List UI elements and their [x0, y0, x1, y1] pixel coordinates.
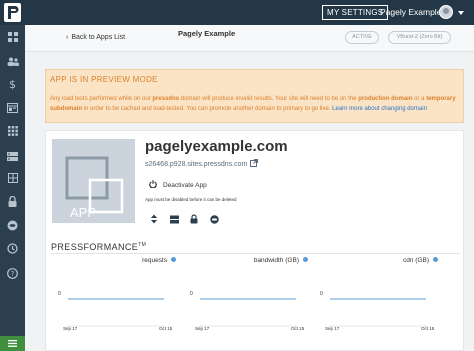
dashboard-icon[interactable]: [0, 27, 25, 47]
cdn-icon[interactable]: [0, 215, 25, 235]
x-tick-label: Oct 15: [421, 326, 435, 331]
chevron-left-icon: ‹: [66, 34, 69, 41]
banner-title: APP IS IN PREVIEW MODE: [50, 75, 158, 84]
banner-text-part: domain will produce invalid results. You…: [179, 96, 359, 102]
pressformance-title-text: PRESSFORMANCE: [51, 242, 139, 252]
power-icon: [149, 180, 157, 190]
back-to-apps-link[interactable]: ‹ Back to Apps List: [66, 34, 125, 41]
backup-icon[interactable]: [0, 238, 25, 258]
dns-icon[interactable]: [0, 168, 25, 188]
series-name: cdn (GB): [402, 257, 429, 264]
banner-text-part: Any load tests performed while on our: [50, 96, 153, 102]
external-link-icon[interactable]: [250, 159, 259, 169]
page-header: ‹ Back to Apps List Pagely Example ACTIVE…: [25, 25, 474, 52]
cdn-chart: cdn (GB) 0 Sep 17 Oct 15: [320, 257, 440, 351]
preview-mode-banner: APP IS IN PREVIEW MODE Any load tests pe…: [45, 69, 464, 123]
servers-icon[interactable]: [0, 146, 25, 166]
account-name[interactable]: Pagely Example: [380, 6, 441, 18]
app-host[interactable]: s26468.p928.sites.pressdns.com: [145, 159, 259, 169]
billing-icon[interactable]: $: [0, 74, 25, 94]
series-dot-icon[interactable]: [303, 257, 308, 262]
deactivate-app-button[interactable]: Deactivate App: [149, 180, 207, 190]
sites-icon[interactable]: [0, 98, 25, 118]
banner-text-part: or a: [412, 96, 427, 102]
cdn-status-icon[interactable]: [210, 211, 230, 224]
x-tick-label: Sep 17: [195, 326, 210, 331]
chart-plot: [199, 298, 297, 327]
x-tick-label: Sep 17: [63, 326, 78, 331]
avatar[interactable]: [439, 5, 453, 19]
x-tick-label: Oct 15: [159, 326, 173, 331]
learn-more-link[interactable]: Learn more about changing domain: [332, 106, 427, 112]
security-icon[interactable]: [0, 191, 25, 211]
series-name: requests: [142, 257, 167, 264]
my-settings-button[interactable]: MY SETTINGS: [322, 5, 389, 20]
server-badge[interactable]: VBurst-2 (Zero Bit): [388, 31, 451, 44]
banner-bold-production: production domain: [358, 96, 413, 102]
help-icon[interactable]: ?: [0, 263, 25, 283]
svg-text:?: ?: [11, 270, 15, 278]
pagely-logo-icon[interactable]: [4, 3, 21, 22]
app-action-icons: [150, 211, 230, 224]
app-placeholder-image: APP: [52, 139, 135, 223]
users-icon[interactable]: [0, 51, 25, 71]
trademark-mark: TM: [138, 242, 147, 248]
chart-series-label: cdn (GB): [403, 257, 438, 264]
series-dot-icon[interactable]: [433, 257, 438, 262]
menu-toggle-icon[interactable]: [0, 336, 25, 351]
bandwidth-chart: bandwidth (GB) 0 Sep 17 Oct 15: [190, 257, 310, 351]
app-host-text[interactable]: s26468.p928.sites.pressdns.com: [145, 161, 247, 168]
chart-series-label: bandwidth (GB): [254, 257, 308, 264]
deactivate-label: Deactivate App: [163, 181, 207, 189]
divider: [51, 253, 460, 254]
status-badge: ACTIVE: [345, 31, 379, 44]
apps-icon[interactable]: [0, 121, 25, 141]
sidebar: $ ?: [0, 25, 25, 351]
server-icon[interactable]: [170, 211, 190, 224]
requests-chart: requests 0 Sep 17 Oct 15: [58, 257, 178, 351]
banner-bold-pressdns: pressdns: [152, 96, 180, 102]
chart-series-label: requests: [142, 257, 176, 264]
app-name: pagelyexample.com: [145, 138, 288, 155]
deactivate-note: App must be disabled before it can be de…: [145, 197, 237, 202]
series-dot-icon[interactable]: [171, 257, 176, 262]
pressformance-title: PRESSFORMANCETM: [51, 242, 146, 252]
chart-plot: [329, 298, 427, 327]
banner-text: Any load tests performed while on our pr…: [50, 95, 460, 114]
page-title: Pagely Example: [178, 29, 236, 38]
app-placeholder-label: APP: [70, 205, 96, 220]
x-tick-label: Oct 15: [291, 326, 305, 331]
x-tick-label: Sep 17: [325, 326, 340, 331]
app-card: APP pagelyexample.com s26468.p928.sites.…: [45, 130, 464, 351]
banner-text-part: in order to be cached and load-tested. Y…: [82, 105, 333, 112]
chart-plot: [67, 298, 165, 327]
sort-icon[interactable]: [150, 211, 170, 224]
lock-icon[interactable]: [190, 211, 210, 224]
back-label: Back to Apps List: [71, 34, 126, 41]
top-bar: MY SETTINGS Pagely Example: [0, 0, 474, 25]
series-name: bandwidth (GB): [253, 257, 299, 264]
chevron-down-icon[interactable]: [458, 11, 464, 15]
